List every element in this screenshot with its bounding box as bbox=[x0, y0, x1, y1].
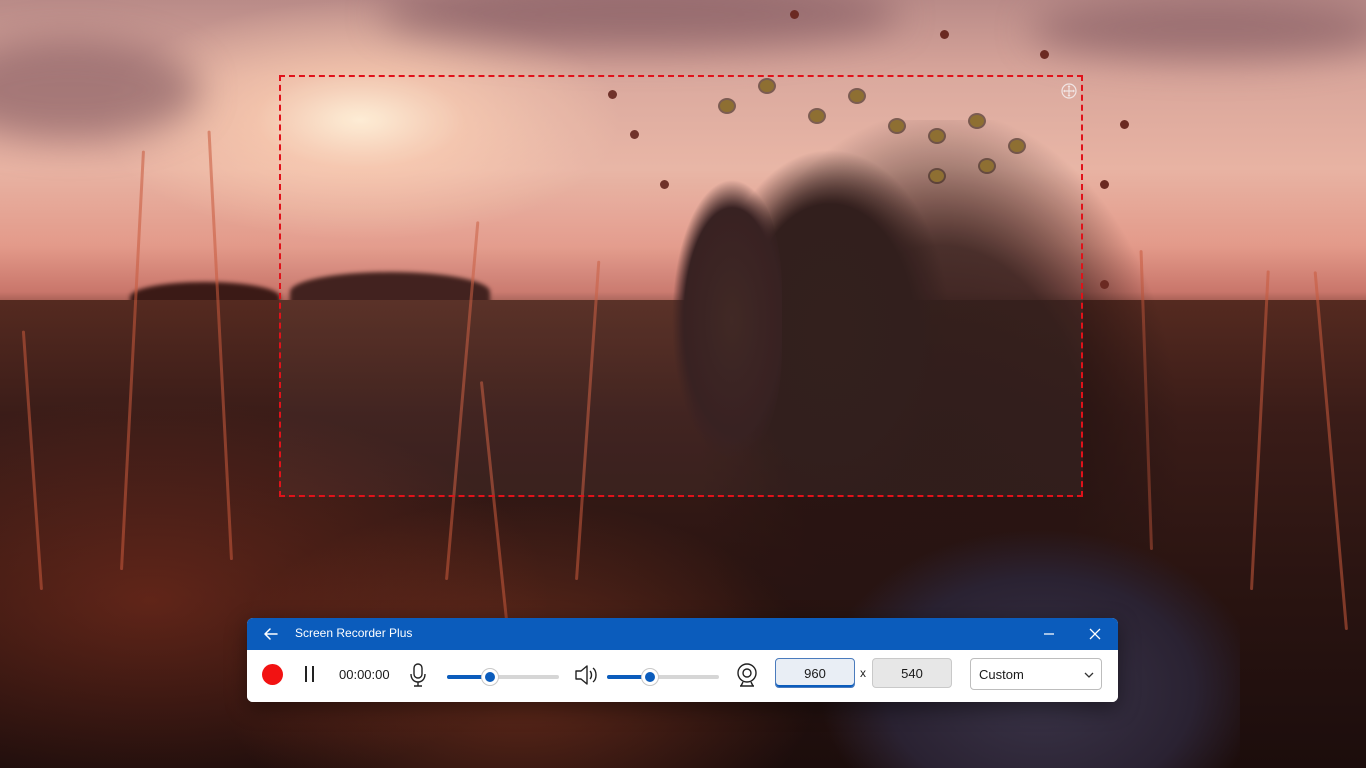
slider-thumb[interactable] bbox=[642, 669, 658, 685]
microphone-icon[interactable] bbox=[407, 662, 429, 688]
pause-bar bbox=[312, 666, 314, 682]
title-bar: Screen Recorder Plus bbox=[247, 618, 1118, 650]
arrow-left-icon[interactable] bbox=[261, 624, 281, 644]
flower-bud bbox=[1100, 180, 1109, 189]
capture-region[interactable] bbox=[279, 75, 1083, 497]
minimize-button[interactable] bbox=[1026, 618, 1072, 650]
dimension-separator: x bbox=[860, 666, 866, 680]
webcam-icon[interactable] bbox=[735, 662, 759, 688]
speaker-icon[interactable] bbox=[573, 662, 601, 688]
minimize-icon bbox=[1044, 633, 1054, 635]
desktop-screen: Screen Recorder Plus 00:00:00 960 x 540 … bbox=[0, 0, 1366, 768]
record-button[interactable] bbox=[262, 664, 283, 685]
width-input[interactable] bbox=[775, 658, 855, 688]
flower-bud bbox=[1100, 280, 1109, 289]
height-input[interactable] bbox=[872, 658, 952, 688]
recorder-controls: 00:00:00 960 x 540 Custom bbox=[247, 650, 1118, 702]
microphone-volume-slider[interactable] bbox=[447, 669, 559, 685]
flower-bud bbox=[790, 10, 799, 19]
flower-bud bbox=[1040, 50, 1049, 59]
chevron-down-icon bbox=[1084, 672, 1094, 678]
close-icon bbox=[1089, 628, 1101, 640]
slider-thumb[interactable] bbox=[482, 669, 498, 685]
preset-selected-value: Custom bbox=[979, 667, 1024, 682]
pause-button[interactable] bbox=[303, 664, 317, 684]
window-title: Screen Recorder Plus bbox=[295, 626, 413, 640]
move-icon[interactable] bbox=[1061, 83, 1077, 99]
system-volume-slider[interactable] bbox=[607, 669, 719, 685]
flower-bud bbox=[1120, 120, 1129, 129]
recording-timer: 00:00:00 bbox=[339, 667, 390, 682]
close-button[interactable] bbox=[1072, 618, 1118, 650]
pause-bar bbox=[305, 666, 307, 682]
resolution-preset-dropdown[interactable]: Custom bbox=[970, 658, 1102, 690]
flower-bud bbox=[940, 30, 949, 39]
recorder-window: Screen Recorder Plus 00:00:00 960 x 540 … bbox=[247, 618, 1118, 702]
